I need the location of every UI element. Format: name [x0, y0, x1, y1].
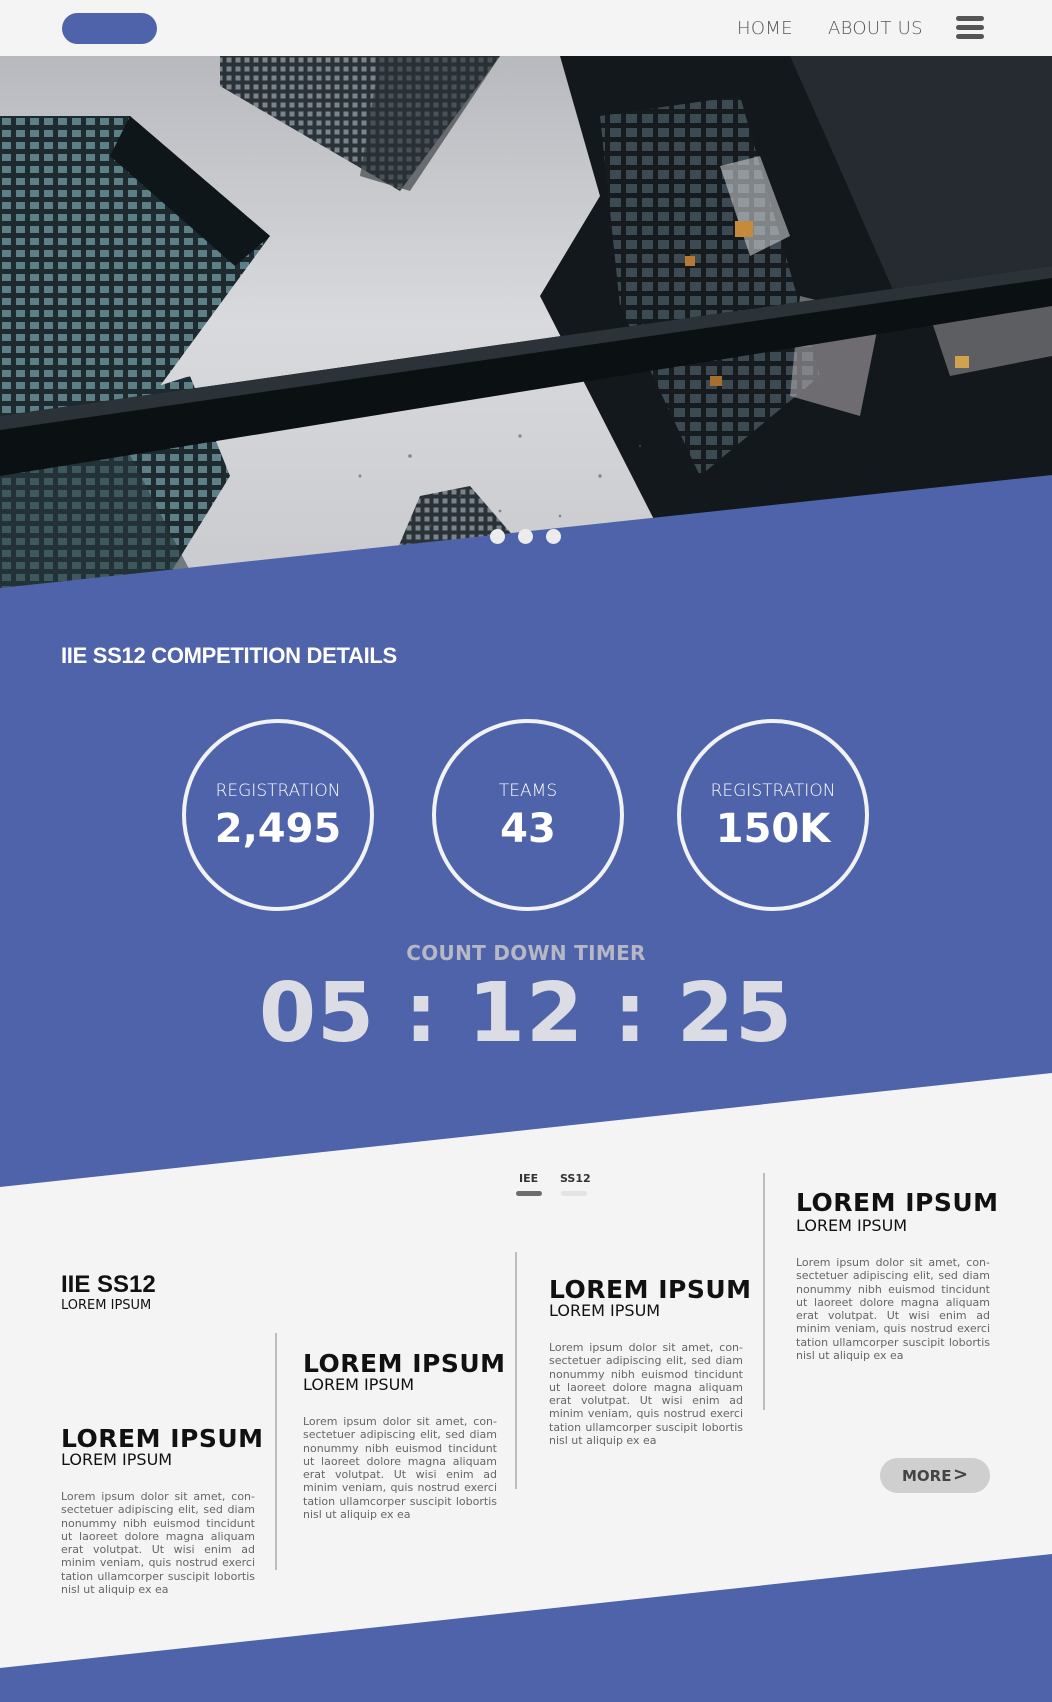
- stat-value: 2,495: [214, 806, 342, 852]
- stat-registration-amount: REGISTRATION 150K: [677, 719, 869, 911]
- stat-value: 43: [500, 806, 556, 852]
- stat-teams: TEAMS 43: [432, 719, 624, 911]
- nav-home-link[interactable]: HOME: [737, 18, 793, 39]
- stat-label: TEAMS: [498, 781, 558, 801]
- stat-label: REGISTRATION: [215, 781, 341, 801]
- site-header: HOME ABOUT US: [0, 0, 1052, 56]
- stat-label: REGISTRATION: [710, 781, 836, 801]
- column-divider: [515, 1252, 517, 1489]
- column-divider: [763, 1173, 765, 1410]
- column-body: Lorem ipsum dolor sit amet, con-sectetue…: [61, 1490, 255, 1597]
- column-heading: LOREM IPSUM: [549, 1275, 752, 1304]
- more-button-label: MORE: [902, 1467, 952, 1485]
- slider-dot[interactable]: [490, 529, 505, 544]
- hero-slider: [0, 56, 1052, 590]
- column-heading: LOREM IPSUM: [61, 1424, 264, 1453]
- column-heading: LOREM IPSUM: [303, 1349, 506, 1378]
- slider-dot[interactable]: [546, 529, 561, 544]
- column-heading: LOREM IPSUM: [796, 1188, 999, 1217]
- column-subheading: LOREM IPSUM: [303, 1375, 415, 1394]
- tab-indicator-active: [516, 1191, 542, 1196]
- nav-about-link[interactable]: ABOUT US: [828, 18, 923, 39]
- tab-indicator: [561, 1191, 587, 1196]
- stat-value: 150K: [715, 806, 831, 852]
- column-subheading: LOREM IPSUM: [61, 1450, 173, 1469]
- column-body: Lorem ipsum dolor sit amet, con-sectetue…: [549, 1341, 743, 1448]
- tab-ss12[interactable]: SS12: [560, 1172, 591, 1185]
- countdown-timer: 05 : 12 : 25: [258, 966, 794, 1061]
- slider-dot[interactable]: [518, 529, 533, 544]
- section-title: IIE SS12 COMPETITION DETAILS: [61, 643, 397, 668]
- intro-title: IIE SS12: [61, 1271, 156, 1298]
- hero-image: [0, 56, 1052, 590]
- chevron-right-icon: >: [953, 1464, 969, 1485]
- column-body: Lorem ipsum dolor sit amet, con-sectetue…: [796, 1256, 990, 1363]
- column-divider: [275, 1333, 277, 1570]
- stat-registration: REGISTRATION 2,495: [182, 719, 374, 911]
- intro-subtitle: LOREM IPSUM: [61, 1298, 152, 1313]
- column-body: Lorem ipsum dolor sit amet, con-sectetue…: [303, 1415, 497, 1522]
- hamburger-menu-icon[interactable]: [956, 16, 984, 40]
- logo[interactable]: [62, 13, 157, 44]
- column-subheading: LOREM IPSUM: [796, 1216, 908, 1235]
- more-button[interactable]: MORE >: [880, 1458, 990, 1493]
- column-subheading: LOREM IPSUM: [549, 1301, 661, 1320]
- tab-iee[interactable]: IEE: [519, 1172, 538, 1185]
- countdown-label: COUNT DOWN TIMER: [406, 941, 646, 965]
